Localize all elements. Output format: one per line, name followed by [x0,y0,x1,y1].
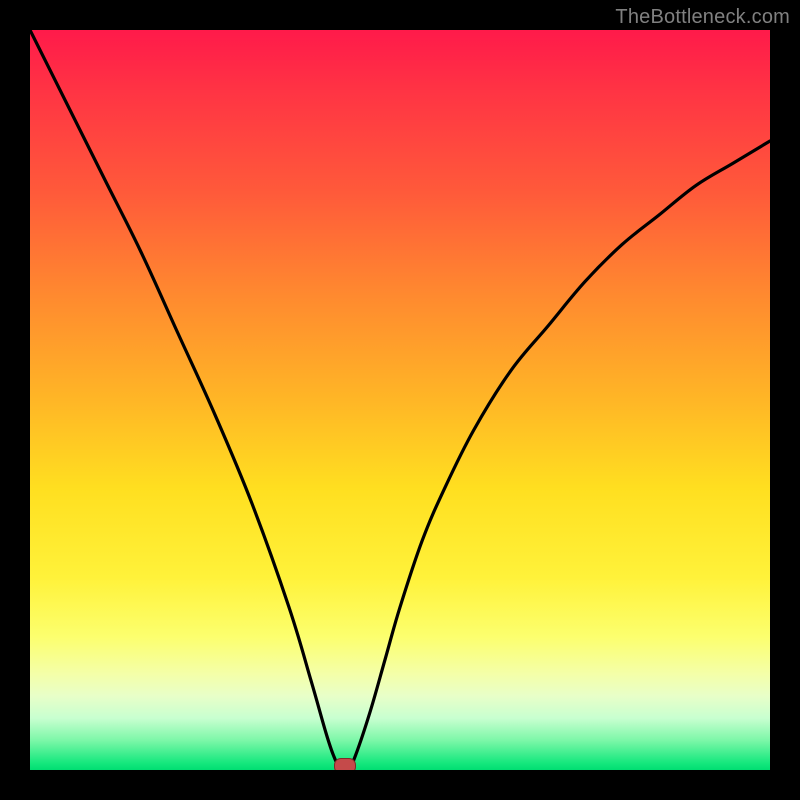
optimal-point-marker [334,758,356,770]
watermark-text: TheBottleneck.com [615,6,790,29]
chart-frame: TheBottleneck.com [0,0,800,800]
plot-area [30,30,770,770]
bottleneck-curve [30,30,770,770]
